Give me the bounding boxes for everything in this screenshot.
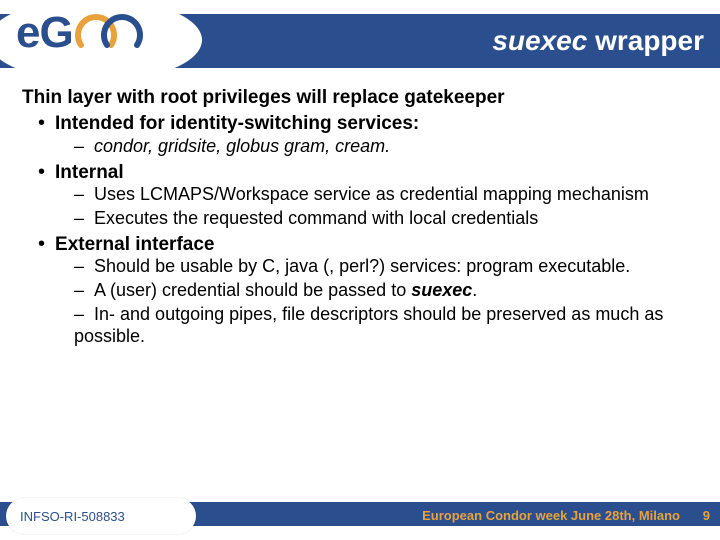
sub-internal-lcmaps: Uses LCMAPS/Workspace service as credent… — [74, 184, 702, 206]
sub-internal-executes: Executes the requested command with loca… — [74, 208, 702, 230]
footer-right-text: European Condor week June 28th, Milano — [422, 508, 680, 523]
footer-left-text: INFSO-RI-508833 — [20, 509, 125, 524]
sub-external-cred-post: . — [472, 280, 477, 300]
sub-list-external: Should be usable by C, java (, perl?) se… — [38, 256, 702, 348]
sub-external-credential: A (user) credential should be passed to … — [74, 280, 702, 302]
lead-line: Thin layer with root privileges will rep… — [22, 86, 702, 109]
title-italic: suexec — [492, 25, 587, 56]
title-rest: wrapper — [587, 25, 704, 56]
sub-intended-examples: condor, gridsite, globus gram, cream. — [74, 136, 702, 158]
logo-wrap: e G — [6, 0, 186, 80]
bullet-intended: Intended for identity-switching services… — [38, 111, 702, 157]
sub-external-pipes: In- and outgoing pipes, file descriptors… — [74, 304, 702, 348]
sub-external-usable: Should be usable by C, java (, perl?) se… — [74, 256, 702, 278]
footer-pill: INFSO-RI-508833 — [6, 498, 196, 534]
bullet-external-label: External interface — [55, 234, 214, 255]
slide: suexec wrapper e G Thin layer with root … — [0, 0, 720, 540]
logo-letter-g: G — [39, 8, 72, 58]
sub-external-cred-em: suexec — [411, 280, 472, 300]
bullet-intended-label: Intended for identity-switching services… — [55, 113, 419, 134]
bullet-external: External interface Should be usable by C… — [38, 232, 702, 348]
content-area: Thin layer with root privileges will rep… — [22, 86, 702, 350]
logo-letter-e: e — [16, 8, 39, 58]
sub-list-internal: Uses LCMAPS/Workspace service as credent… — [38, 184, 702, 230]
bullet-internal-label: Internal — [55, 162, 124, 183]
logo-arcs-icon — [75, 9, 147, 57]
slide-title: suexec wrapper — [492, 25, 704, 57]
egee-logo: e G — [16, 8, 147, 58]
bullet-internal: Internal Uses LCMAPS/Workspace service a… — [38, 160, 702, 230]
bullet-list-1: Intended for identity-switching services… — [22, 111, 702, 348]
sub-list-intended: condor, gridsite, globus gram, cream. — [38, 136, 702, 158]
page-number: 9 — [703, 508, 710, 523]
sub-external-cred-pre: A (user) credential should be passed to — [94, 280, 411, 300]
